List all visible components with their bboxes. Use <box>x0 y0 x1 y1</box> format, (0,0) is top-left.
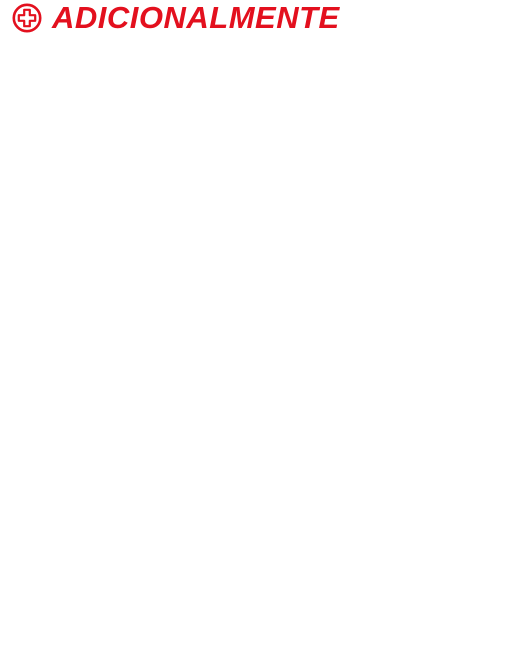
plus-circle-icon <box>12 3 42 33</box>
section-title: ADICIONALMENTE <box>52 0 340 35</box>
section-header: ADICIONALMENTE <box>12 1 340 35</box>
